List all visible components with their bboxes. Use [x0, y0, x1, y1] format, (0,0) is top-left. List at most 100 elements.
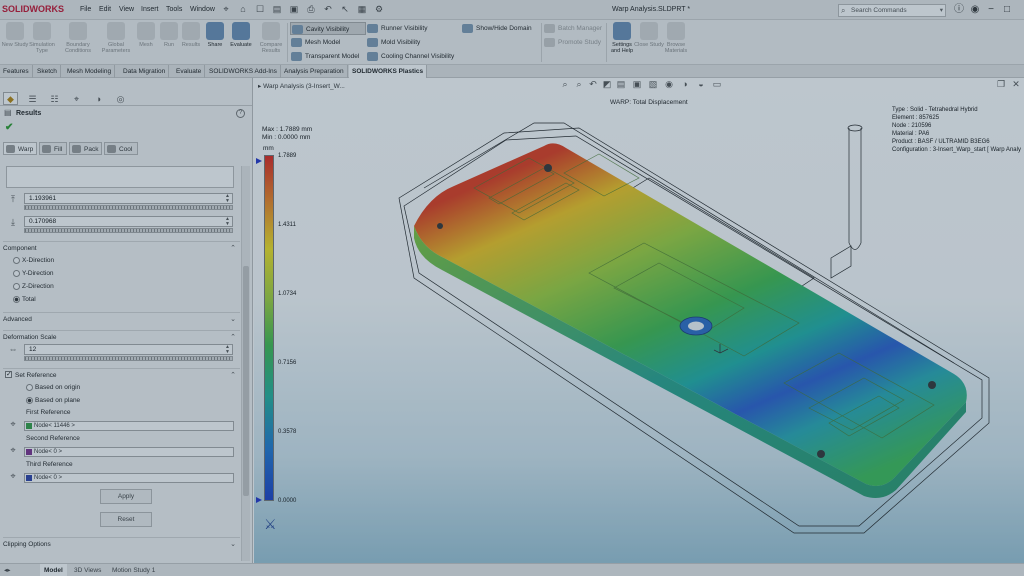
- property-manager-tab-icon[interactable]: ☷: [47, 92, 62, 105]
- radio-label: Based on plane: [35, 397, 81, 404]
- second-reference-selection[interactable]: Node< 0 >: [24, 447, 234, 457]
- tab-mesh-modeling[interactable]: Mesh Modeling: [64, 65, 116, 78]
- apply-button[interactable]: Apply: [100, 489, 152, 504]
- menu-edit[interactable]: Edit: [99, 6, 111, 13]
- maximize-icon[interactable]: □: [1000, 3, 1014, 17]
- radio-total[interactable]: Total: [13, 294, 36, 305]
- open-folder-icon[interactable]: ▤: [270, 3, 284, 16]
- ok-checkmark-icon[interactable]: ✔: [5, 122, 13, 133]
- clipping-options-section-header[interactable]: Clipping Options ⌄: [3, 537, 240, 550]
- tab-data-migration[interactable]: Data Migration: [120, 65, 170, 78]
- set-reference-checkbox[interactable]: ✓: [5, 371, 12, 378]
- tab-cool[interactable]: Cool: [104, 142, 138, 155]
- runner-visibility-button[interactable]: Runner Visibility: [366, 22, 456, 35]
- chevron-up-icon: ⌃: [230, 334, 236, 341]
- lower-limit-thumbwheel[interactable]: [24, 228, 233, 233]
- compare-results-button[interactable]: Compare Results: [256, 22, 286, 64]
- first-reference-selection[interactable]: Node< 11446 >: [24, 421, 234, 431]
- scrollbar-thumb[interactable]: [243, 266, 249, 496]
- close-study-button[interactable]: Close Study: [634, 22, 664, 64]
- menu-window[interactable]: Window: [190, 6, 215, 13]
- graphics-area[interactable]: ▸ Warp Analysis (3-Insert_W... ⌕ ⌕ ↶ ◩ ▤…: [254, 78, 1024, 563]
- boundary-conditions-button[interactable]: Boundary Conditions: [63, 22, 93, 64]
- tab-features[interactable]: Features: [0, 65, 33, 78]
- batch-manager-button[interactable]: Batch Manager: [543, 22, 605, 35]
- advanced-section-header[interactable]: Advanced ⌄: [3, 312, 240, 325]
- promote-study-button[interactable]: Promote Study: [543, 36, 605, 49]
- global-parameters-button[interactable]: Global Parameters: [101, 22, 131, 64]
- cooling-channel-visibility-button[interactable]: Cooling Channel Visibility: [366, 50, 458, 63]
- mesh-model-button[interactable]: Mesh Model: [290, 36, 366, 49]
- radio-z-direction[interactable]: Z-Direction: [13, 281, 54, 292]
- deformation-scale-thumbwheel[interactable]: [24, 356, 233, 361]
- transparent-model-button[interactable]: Transparent Model: [290, 50, 366, 63]
- tab-sketch[interactable]: Sketch: [34, 65, 61, 78]
- simulation-type-button[interactable]: Simulation Type: [27, 22, 57, 64]
- cavity-visibility-button[interactable]: Cavity Visibility: [290, 22, 366, 35]
- help-icon[interactable]: ⓘ: [952, 3, 966, 17]
- menu-tools[interactable]: Tools: [166, 6, 182, 13]
- scroll-arrows-icon[interactable]: ◂▸: [0, 564, 15, 576]
- save-icon[interactable]: ▣: [287, 3, 301, 16]
- spin-arrows-icon[interactable]: ▲ ▼: [224, 345, 231, 355]
- new-study-button[interactable]: New Study: [0, 22, 30, 64]
- reset-button[interactable]: Reset: [100, 512, 152, 527]
- select-arrow-icon[interactable]: ↖: [338, 3, 352, 16]
- chevron-down-icon[interactable]: ▾: [940, 5, 943, 16]
- new-document-icon[interactable]: ☐: [253, 3, 267, 16]
- mold-visibility-button[interactable]: Mold Visibility: [366, 36, 456, 49]
- spin-arrows-icon[interactable]: ▲ ▼: [224, 217, 231, 227]
- deformation-scale-input[interactable]: 12 ▲ ▼: [24, 344, 233, 355]
- user-icon[interactable]: ◉: [968, 3, 982, 17]
- minimize-icon[interactable]: −: [984, 3, 998, 17]
- panel-scrollbar[interactable]: [241, 166, 250, 561]
- menu-view[interactable]: View: [119, 6, 134, 13]
- menu-insert[interactable]: Insert: [141, 6, 159, 13]
- tab-evaluate[interactable]: Evaluate: [173, 65, 206, 78]
- tab-solidworks-plastics[interactable]: SOLIDWORKS Plastics: [349, 65, 428, 78]
- tab-3d-views[interactable]: 3D Views: [70, 564, 105, 576]
- pin-icon[interactable]: ⌖: [219, 3, 233, 16]
- help-icon[interactable]: ?: [236, 109, 245, 118]
- home-icon[interactable]: ⌂: [236, 3, 250, 16]
- search-commands-input[interactable]: ⌕ Search Commands ▾: [838, 4, 946, 17]
- radio-x-direction[interactable]: X-Direction: [13, 255, 54, 266]
- rebuild-icon[interactable]: ▦: [355, 3, 369, 16]
- options-gear-icon[interactable]: ⚙: [372, 3, 386, 16]
- upper-limit-thumbwheel[interactable]: [24, 205, 233, 210]
- feature-tree-tab-icon[interactable]: ☰: [25, 92, 40, 105]
- radio-based-on-origin[interactable]: Based on origin: [26, 382, 80, 393]
- evaluate-button[interactable]: Evaluate: [226, 22, 256, 64]
- show-hide-domain-button[interactable]: Show/Hide Domain: [461, 22, 539, 35]
- third-reference-selection[interactable]: Node< 0 >: [24, 473, 234, 483]
- config-manager-tab-icon[interactable]: ⌖: [69, 92, 84, 105]
- lower-limit-input[interactable]: 0.170968 ▲ ▼: [24, 216, 233, 227]
- display-manager-tab-icon[interactable]: ◎: [113, 92, 128, 105]
- deformation-scale-section-header[interactable]: Deformation Scale ⌃: [3, 330, 240, 343]
- tab-pack[interactable]: Pack: [69, 142, 102, 155]
- plastics-manager-tab-icon[interactable]: ◆: [3, 92, 18, 105]
- spin-arrows-icon[interactable]: ▲ ▼: [224, 194, 231, 204]
- radio-based-on-plane[interactable]: Based on plane: [26, 395, 80, 406]
- upper-limit-input[interactable]: 1.193961 ▲ ▼: [24, 193, 233, 204]
- results-list-box[interactable]: [6, 166, 234, 188]
- radio-label: Based on origin: [35, 384, 81, 391]
- menu-file[interactable]: File: [80, 6, 91, 13]
- tab-analysis-preparation[interactable]: Analysis Preparation: [281, 65, 348, 78]
- browse-materials-button[interactable]: Browse Materials: [661, 22, 691, 64]
- undo-icon[interactable]: ↶: [321, 3, 335, 16]
- solidworks-logo[interactable]: SOLIDWORKS: [2, 4, 64, 14]
- tab-motion-study-1[interactable]: Motion Study 1: [108, 564, 159, 576]
- tab-fill[interactable]: Fill: [39, 142, 67, 155]
- appearance-tab-icon[interactable]: ◑: [91, 92, 106, 105]
- third-reference-value: Node< 0 >: [34, 475, 63, 481]
- print-icon[interactable]: ⎙: [304, 3, 318, 16]
- tab-solidworks-add-ins[interactable]: SOLIDWORKS Add-Ins: [206, 65, 281, 78]
- settings-and-help-button[interactable]: Settings and Help: [607, 22, 637, 64]
- warp-part-render[interactable]: [254, 78, 1024, 563]
- tab-model[interactable]: Model: [40, 564, 67, 576]
- radio-y-direction[interactable]: Y-Direction: [13, 268, 54, 279]
- component-section-header[interactable]: Component ⌃: [3, 241, 240, 254]
- tab-warp[interactable]: Warp: [3, 142, 37, 155]
- set-reference-section-header[interactable]: Set Reference ⌃: [3, 368, 240, 381]
